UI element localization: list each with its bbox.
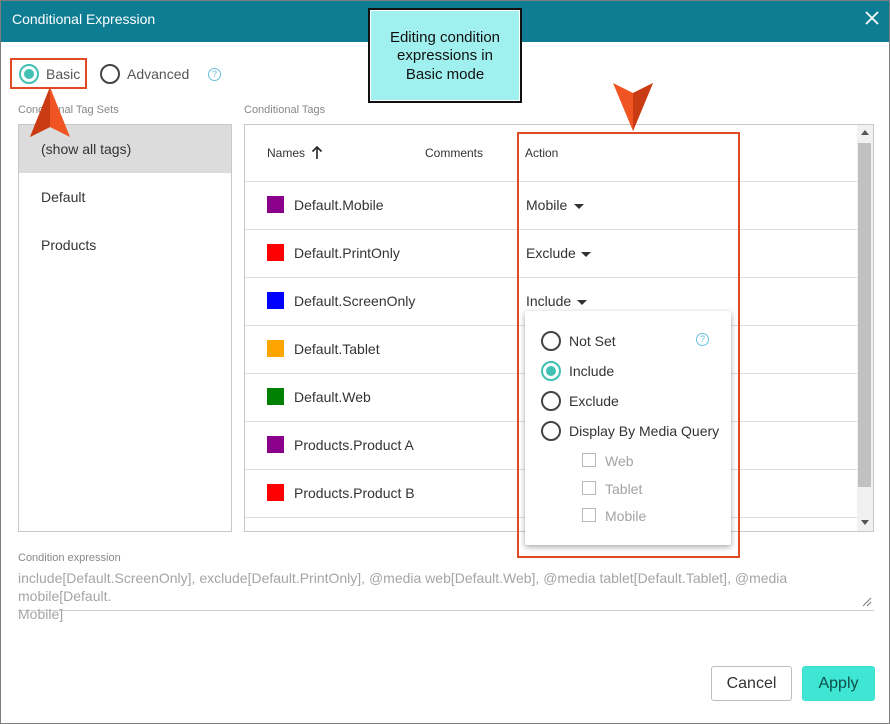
tablet-checkbox-label: Tablet xyxy=(605,481,643,497)
sort-ascending-icon[interactable] xyxy=(311,145,323,160)
scrollbar-thumb[interactable] xyxy=(858,143,871,487)
tags-label: Conditional Tags xyxy=(244,104,326,116)
exclude-radio[interactable] xyxy=(541,391,561,411)
include-option[interactable]: Include xyxy=(569,363,614,379)
comments-column-header: Comments xyxy=(425,146,484,160)
not-set-radio[interactable] xyxy=(541,331,561,351)
tag-name: Default.Tablet xyxy=(294,341,380,357)
annotation-arrow-up-icon xyxy=(30,87,70,137)
mobile-checkbox-label: Mobile xyxy=(605,508,647,524)
color-swatch xyxy=(267,340,284,357)
action-dropdown-menu: Not Set ? Include Exclude Display By Med… xyxy=(525,311,731,545)
tag-name: Default.ScreenOnly xyxy=(294,293,416,309)
color-swatch xyxy=(267,484,284,501)
tag-name: Default.PrintOnly xyxy=(294,245,400,261)
condition-expression-label: Condition expression xyxy=(18,552,121,564)
basic-mode-label[interactable]: Basic xyxy=(46,66,80,82)
conditional-expression-dialog: Conditional Expression Basic Advanced ? … xyxy=(0,0,890,724)
tag-name: Default.Web xyxy=(294,389,371,405)
basic-mode-radio[interactable] xyxy=(19,64,39,84)
condition-expression-line-1: include[Default.ScreenOnly], exclude[Def… xyxy=(18,570,788,604)
tag-name: Products.Product A xyxy=(294,437,414,453)
tag-sets-list: (show all tags) Default Products xyxy=(18,124,232,532)
web-checkbox[interactable] xyxy=(582,453,596,467)
condition-expression-field[interactable]: include[Default.ScreenOnly], exclude[Def… xyxy=(18,569,874,622)
advanced-mode-radio[interactable] xyxy=(100,64,120,84)
color-swatch xyxy=(267,436,284,453)
scroll-up-icon[interactable] xyxy=(861,129,869,135)
media-query-option[interactable]: Display By Media Query xyxy=(569,423,719,439)
tag-set-label: Default xyxy=(41,189,86,205)
help-icon[interactable]: ? xyxy=(696,333,709,346)
names-column-header[interactable]: Names xyxy=(267,146,305,160)
exclude-option[interactable]: Exclude xyxy=(569,393,619,409)
cancel-button[interactable]: Cancel xyxy=(711,666,792,701)
web-checkbox-label: Web xyxy=(605,453,634,469)
apply-button[interactable]: Apply xyxy=(802,666,875,701)
color-swatch xyxy=(267,244,284,261)
callout-line-1: Editing condition xyxy=(389,29,501,46)
tag-set-item-products[interactable]: Products xyxy=(19,221,231,269)
color-swatch xyxy=(267,196,284,213)
media-query-radio[interactable] xyxy=(541,421,561,441)
tag-set-label: (show all tags) xyxy=(41,141,132,157)
tag-set-item-default[interactable]: Default xyxy=(19,173,231,221)
advanced-mode-label[interactable]: Advanced xyxy=(127,66,189,82)
color-swatch xyxy=(267,388,284,405)
resize-handle-icon[interactable] xyxy=(861,596,872,607)
dialog-title: Conditional Expression xyxy=(12,11,156,27)
not-set-option[interactable]: Not Set xyxy=(569,333,616,349)
annotation-arrow-down-icon xyxy=(613,83,653,131)
vertical-scrollbar[interactable] xyxy=(857,125,873,531)
scroll-down-icon[interactable] xyxy=(861,520,869,526)
mobile-checkbox[interactable] xyxy=(582,508,596,522)
callout-line-2: expressions in xyxy=(397,47,493,64)
tag-set-label: Products xyxy=(41,237,97,253)
include-radio[interactable] xyxy=(541,361,561,381)
color-swatch xyxy=(267,292,284,309)
tag-name: Products.Product B xyxy=(294,485,415,501)
tablet-checkbox[interactable] xyxy=(582,481,596,495)
annotation-callout: Editing condition expressions in Basic m… xyxy=(368,8,522,103)
condition-expression-line-2: Mobile] xyxy=(18,606,64,622)
tag-name: Default.Mobile xyxy=(294,197,384,213)
help-icon[interactable]: ? xyxy=(208,68,221,81)
close-icon[interactable] xyxy=(863,9,881,27)
callout-line-3: Basic mode xyxy=(405,66,485,83)
